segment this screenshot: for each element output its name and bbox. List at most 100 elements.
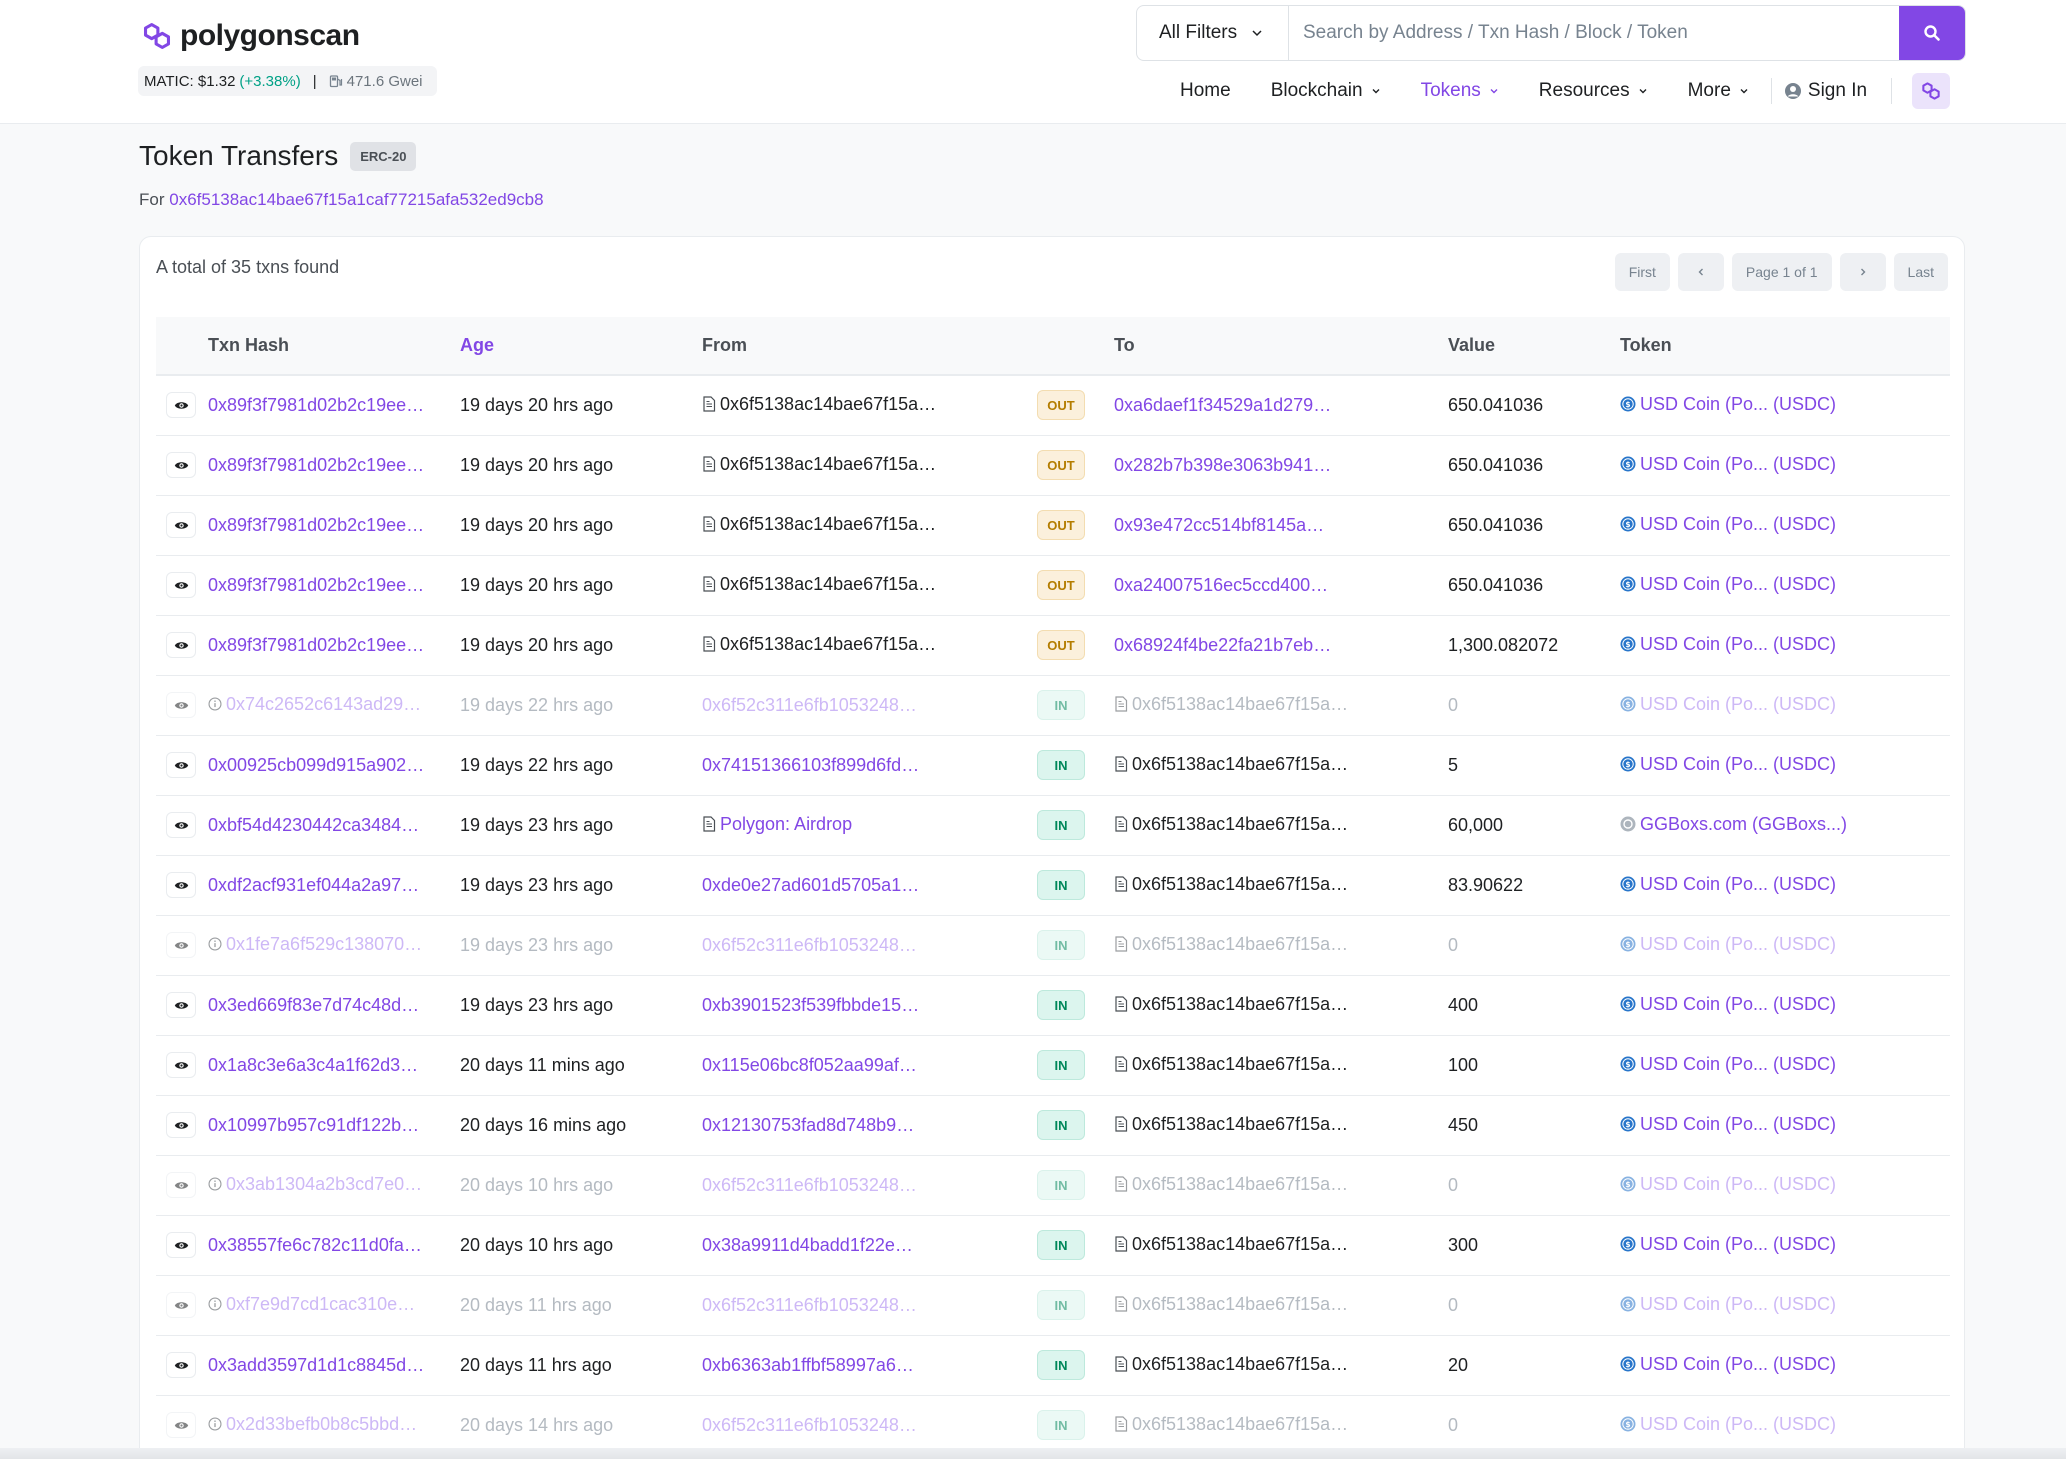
token-link[interactable]: USD Coin (Po... (USDC) xyxy=(1640,1174,1836,1194)
from-link[interactable]: 0xb3901523f539fbbde15… xyxy=(702,995,919,1015)
view-details-button[interactable] xyxy=(166,1112,196,1138)
from-address[interactable]: 0x6f5138ac14bae67f15a… xyxy=(720,634,936,654)
token-link[interactable]: USD Coin (Po... (USDC) xyxy=(1640,454,1836,474)
to-address[interactable]: 0x6f5138ac14bae67f15a… xyxy=(1132,694,1348,714)
to-link[interactable]: 0xa24007516ec5ccd400… xyxy=(1114,575,1328,595)
txn-hash-link[interactable]: 0x10997b957c91df122b… xyxy=(208,1115,419,1135)
to-address[interactable]: 0x6f5138ac14bae67f15a… xyxy=(1132,1114,1348,1134)
from-link[interactable]: 0x6f52c311e6fb1053248… xyxy=(702,1295,917,1315)
token-link[interactable]: USD Coin (Po... (USDC) xyxy=(1640,1114,1836,1134)
token-link[interactable]: USD Coin (Po... (USDC) xyxy=(1640,574,1836,594)
txn-hash-link[interactable]: 0xf7e9d7cd1cac310e… xyxy=(226,1294,415,1314)
nav-home[interactable]: Home xyxy=(1180,80,1231,102)
from-address[interactable]: 0x6f5138ac14bae67f15a… xyxy=(720,394,936,414)
polygonscan-logo[interactable]: polygonscan xyxy=(140,16,360,56)
token-link[interactable]: USD Coin (Po... (USDC) xyxy=(1640,994,1836,1014)
to-address[interactable]: 0x6f5138ac14bae67f15a… xyxy=(1132,1174,1348,1194)
txn-hash-link[interactable]: 0x3ed669f83e7d74c48d… xyxy=(208,995,419,1015)
to-address[interactable]: 0x6f5138ac14bae67f15a… xyxy=(1132,874,1348,894)
view-details-button[interactable] xyxy=(166,812,196,838)
txn-hash-link[interactable]: 0x89f3f7981d02b2c19ee… xyxy=(208,575,424,595)
txn-hash-link[interactable]: 0x38557fe6c782c11d0fa… xyxy=(208,1235,422,1255)
from-address[interactable]: 0x6f5138ac14bae67f15a… xyxy=(720,514,936,534)
txn-hash-link[interactable]: 0xdf2acf931ef044a2a97… xyxy=(208,875,419,895)
token-link[interactable]: USD Coin (Po... (USDC) xyxy=(1640,694,1836,714)
all-filters-dropdown[interactable]: All Filters xyxy=(1137,6,1289,60)
token-link[interactable]: GGBoxs.com (GGBoxs...) xyxy=(1640,814,1847,834)
from-link[interactable]: 0x6f52c311e6fb1053248… xyxy=(702,935,917,955)
txn-hash-link[interactable]: 0x89f3f7981d02b2c19ee… xyxy=(208,395,424,415)
from-link[interactable]: 0x115e06bc8f052aa99af… xyxy=(702,1055,917,1075)
nav-tokens[interactable]: Tokens xyxy=(1421,80,1499,102)
view-details-button[interactable] xyxy=(166,1172,196,1198)
matic-price[interactable]: MATIC: $1.32 xyxy=(144,73,235,90)
search-input[interactable] xyxy=(1289,6,1899,60)
txn-hash-link[interactable]: 0xbf54d4230442ca3484… xyxy=(208,815,419,835)
from-link[interactable]: Polygon: Airdrop xyxy=(720,814,852,834)
view-details-button[interactable] xyxy=(166,392,196,419)
txn-hash-link[interactable]: 0x00925cb099d915a902… xyxy=(208,755,424,775)
nav-more[interactable]: More xyxy=(1688,80,1749,102)
view-details-button[interactable] xyxy=(166,1352,196,1378)
view-details-button[interactable] xyxy=(166,572,196,598)
token-link[interactable]: USD Coin (Po... (USDC) xyxy=(1640,1054,1836,1074)
first-page-button[interactable]: First xyxy=(1614,253,1670,291)
token-link[interactable]: USD Coin (Po... (USDC) xyxy=(1640,754,1836,774)
token-link[interactable]: USD Coin (Po... (USDC) xyxy=(1640,874,1836,894)
token-link[interactable]: USD Coin (Po... (USDC) xyxy=(1640,1234,1836,1254)
to-address[interactable]: 0x6f5138ac14bae67f15a… xyxy=(1132,754,1348,774)
txn-hash-link[interactable]: 0x1a8c3e6a3c4a1f62d3… xyxy=(208,1055,418,1075)
nav-resources[interactable]: Resources xyxy=(1539,80,1648,102)
txn-hash-link[interactable]: 0x89f3f7981d02b2c19ee… xyxy=(208,455,424,475)
view-details-button[interactable] xyxy=(166,992,196,1018)
token-link[interactable]: USD Coin (Po... (USDC) xyxy=(1640,934,1836,954)
token-link[interactable]: USD Coin (Po... (USDC) xyxy=(1640,1414,1836,1434)
gas-tracker[interactable]: 471.6 Gwei xyxy=(329,73,423,90)
txn-hash-link[interactable]: 0x1fe7a6f529c138070… xyxy=(226,934,422,954)
txn-hash-link[interactable]: 0x3add3597d1d1c8845d… xyxy=(208,1355,424,1375)
token-link[interactable]: USD Coin (Po... (USDC) xyxy=(1640,514,1836,534)
last-page-button[interactable]: Last xyxy=(1893,253,1948,291)
to-address[interactable]: 0x6f5138ac14bae67f15a… xyxy=(1132,934,1348,954)
view-details-button[interactable] xyxy=(166,752,196,778)
to-link[interactable]: 0xa6daef1f34529a1d279… xyxy=(1114,395,1331,415)
address-link[interactable]: 0x6f5138ac14bae67f15a1caf77215afa532ed9c… xyxy=(169,190,543,209)
from-address[interactable]: 0x6f5138ac14bae67f15a… xyxy=(720,454,936,474)
view-details-button[interactable] xyxy=(166,1052,196,1078)
from-link[interactable]: 0xb6363ab1ffbf58997a6… xyxy=(702,1355,914,1375)
to-address[interactable]: 0x6f5138ac14bae67f15a… xyxy=(1132,1414,1348,1434)
search-button[interactable] xyxy=(1899,6,1965,60)
token-link[interactable]: USD Coin (Po... (USDC) xyxy=(1640,394,1836,414)
view-details-button[interactable] xyxy=(166,1232,196,1258)
token-link[interactable]: USD Coin (Po... (USDC) xyxy=(1640,1354,1836,1374)
from-link[interactable]: 0x74151366103f899d6fd… xyxy=(702,755,919,775)
to-address[interactable]: 0x6f5138ac14bae67f15a… xyxy=(1132,1354,1348,1374)
sign-in-link[interactable]: Sign In xyxy=(1784,80,1867,102)
txn-hash-link[interactable]: 0x89f3f7981d02b2c19ee… xyxy=(208,515,424,535)
from-link[interactable]: 0x38a9911d4badd1f22e… xyxy=(702,1235,913,1255)
to-link[interactable]: 0x68924f4be22fa21b7eb… xyxy=(1114,635,1331,655)
view-details-button[interactable] xyxy=(166,452,196,478)
header-age[interactable]: Age xyxy=(460,317,702,375)
token-link[interactable]: USD Coin (Po... (USDC) xyxy=(1640,1294,1836,1314)
from-link[interactable]: 0x6f52c311e6fb1053248… xyxy=(702,1175,917,1195)
to-link[interactable]: 0x93e472cc514bf8145a… xyxy=(1114,515,1324,535)
next-page-button[interactable] xyxy=(1839,253,1886,291)
to-link[interactable]: 0x282b7b398e3063b941… xyxy=(1114,455,1331,475)
txn-hash-link[interactable]: 0x3ab1304a2b3cd7e0… xyxy=(226,1174,422,1194)
to-address[interactable]: 0x6f5138ac14bae67f15a… xyxy=(1132,814,1348,834)
to-address[interactable]: 0x6f5138ac14bae67f15a… xyxy=(1132,1054,1348,1074)
from-link[interactable]: 0x12130753fad8d748b9… xyxy=(702,1115,914,1135)
to-address[interactable]: 0x6f5138ac14bae67f15a… xyxy=(1132,1234,1348,1254)
from-link[interactable]: 0xde0e27ad601d5705a1… xyxy=(702,875,919,895)
view-details-button[interactable] xyxy=(166,1412,196,1438)
to-address[interactable]: 0x6f5138ac14bae67f15a… xyxy=(1132,1294,1348,1314)
view-details-button[interactable] xyxy=(166,632,196,658)
view-details-button[interactable] xyxy=(166,1292,196,1318)
txn-hash-link[interactable]: 0x74c2652c6143ad29… xyxy=(226,694,421,714)
prev-page-button[interactable] xyxy=(1677,253,1724,291)
view-details-button[interactable] xyxy=(166,692,196,718)
to-address[interactable]: 0x6f5138ac14bae67f15a… xyxy=(1132,994,1348,1014)
nav-blockchain[interactable]: Blockchain xyxy=(1271,80,1381,102)
token-link[interactable]: USD Coin (Po... (USDC) xyxy=(1640,634,1836,654)
